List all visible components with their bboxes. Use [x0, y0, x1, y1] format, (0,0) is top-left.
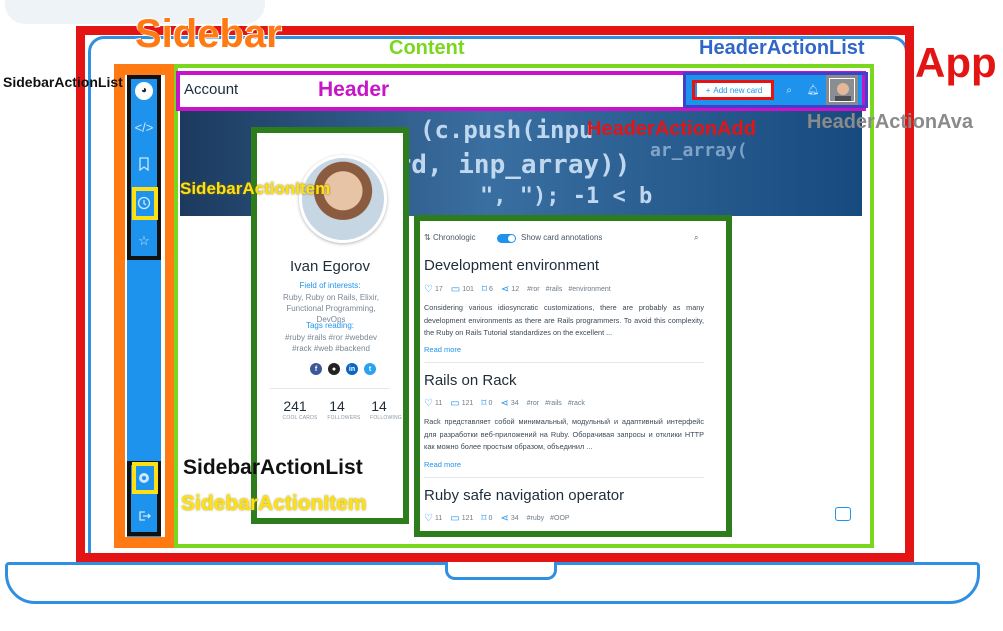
laptop-notch [445, 562, 557, 580]
label-sidebar-action-item-bottom: SidebarActionItem [181, 492, 367, 515]
label-header-action-add: HeaderActionAdd [587, 118, 756, 140]
label-sidebar: Sidebar [135, 12, 282, 56]
label-sidebar-action-list-bottom: SidebarActionList [183, 456, 363, 479]
header-action-avatar-box [826, 75, 858, 105]
label-header: Header [318, 78, 390, 101]
label-sidebar-action-item-top: SidebarActionItem [180, 179, 331, 198]
label-header-action-avatar: HeaderActionAva [807, 111, 973, 133]
label-header-action-list: HeaderActionList [699, 37, 865, 59]
feed-component-box [414, 215, 732, 537]
sidebar-action-item-top-box [132, 187, 158, 220]
label-sidebar-action-list-top: SidebarActionList [3, 74, 123, 90]
label-content: Content [389, 37, 465, 59]
label-app: App [915, 39, 997, 86]
sidebar-action-list-top-box [127, 75, 161, 260]
header-action-add-box [692, 80, 774, 100]
sidebar-action-item-bottom-box [132, 462, 158, 494]
